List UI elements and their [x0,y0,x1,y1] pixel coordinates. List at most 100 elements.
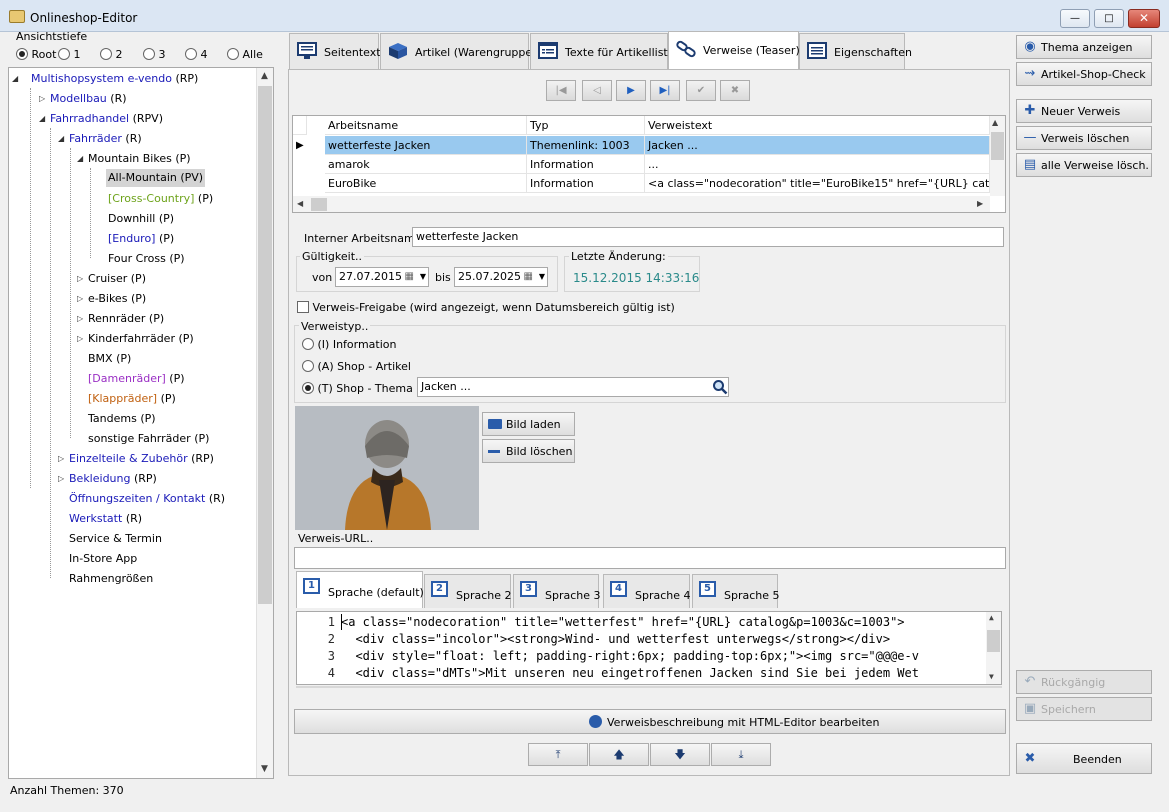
grid-vscrollbar[interactable]: ▲ [990,116,1005,196]
scroll-down-icon[interactable]: ▼ [261,764,268,774]
tree-node[interactable]: sonstige Fahrräder (P) [88,431,209,447]
tree-scrollbar[interactable]: ▲ ▼ [256,68,273,778]
code-vscrollbar[interactable]: ▲ ▼ [986,612,1001,684]
tree-node[interactable]: Kinderfahrräder (P) [88,331,194,347]
lang-tab-1[interactable]: 1 Sprache (default) [296,571,424,608]
minimize-button[interactable]: — [1060,9,1090,28]
tree-node[interactable]: Rahmengrößen [69,571,153,587]
depth-radio-root[interactable]: Root [16,48,56,61]
tree-node[interactable]: e-Bikes (P) [88,291,146,307]
tree-node[interactable]: Fahrräder (R) [69,131,142,147]
tree-node[interactable]: Einzelteile & Zubehör (RP) [69,451,214,467]
tree-node[interactable]: [Damenräder] (P) [88,371,185,387]
table-row-cell[interactable]: EuroBike [325,174,527,193]
depth-radio-alle[interactable]: Alle [227,48,263,61]
to-date-input[interactable]: 25.07.2025 ▦ ▼ [454,267,548,287]
new-link-button[interactable]: ✚ Neuer Verweis [1016,99,1152,123]
type-radio-information[interactable]: (I) Information [302,338,397,351]
theme-tree[interactable]: ◢ Multishopsystem e-vendo (RP) ▷ Modellb… [8,67,274,779]
tree-node[interactable]: Öffnungszeiten / Kontakt (R) [69,491,225,507]
last-record-button[interactable]: ▶| [650,80,680,101]
tree-node[interactable]: [Cross-Country] (P) [108,191,213,207]
table-row-cell[interactable]: wetterfeste Jacken [325,136,527,155]
dropdown-icon[interactable]: ▼ [420,268,426,286]
calendar-icon[interactable]: ▦ [405,268,414,286]
links-grid[interactable]: Arbeitsname Typ Verweistext ▶ wetterfest… [292,115,1006,213]
lang-tab-2[interactable]: 2 Sprache 2 [424,574,512,608]
lang-tab-4[interactable]: 4 Sprache 4 [603,574,691,608]
shop-check-button[interactable]: ⇝ Artikel-Shop-Check [1016,62,1152,86]
tab-seitentext[interactable]: Seitentext [289,33,381,69]
tree-node[interactable]: [Klappräder] (P) [88,391,176,407]
move-up-icon[interactable]: 🡅 [589,743,649,766]
tree-scroll-thumb[interactable] [258,86,272,604]
maximize-button[interactable]: □ [1094,9,1124,28]
lang-tab-5[interactable]: 5 Sprache 5 [692,574,780,608]
show-theme-button[interactable]: ◉ Thema anzeigen [1016,35,1152,59]
save-button[interactable]: ▣ Speichern [1016,697,1152,721]
tree-node[interactable]: Downhill (P) [108,211,174,227]
release-checkbox[interactable]: Verweis-Freigabe (wird angezeigt, wenn D… [297,301,675,314]
delete-image-button[interactable]: Bild löschen [482,439,575,463]
search-icon[interactable] [712,379,728,395]
move-bottom-icon[interactable]: ⤓ [711,743,771,766]
scroll-up-icon[interactable]: ▲ [992,118,998,127]
type-radio-artikel[interactable]: (A) Shop - Artikel [302,360,411,373]
tree-node[interactable]: Service & Termin [69,531,162,547]
table-row-cell[interactable]: ... [645,155,990,174]
load-image-button[interactable]: Bild laden [482,412,575,436]
tree-node[interactable]: Werkstatt (R) [69,511,142,527]
move-down-icon[interactable]: 🡇 [650,743,710,766]
url-input[interactable] [294,547,1006,569]
move-top-icon[interactable]: ⤒ [528,743,588,766]
cancel-edit-button[interactable]: ✖ [720,80,750,101]
tab-artikel[interactable]: Artikel (Warengruppe) [380,33,536,69]
depth-radio-3[interactable]: 3 [143,48,166,61]
delete-link-button[interactable]: — Verweis löschen [1016,126,1152,150]
scroll-up-icon[interactable]: ▲ [989,613,994,622]
scroll-down-icon[interactable]: ▼ [989,672,994,681]
tree-node[interactable]: Fahrradhandel (RPV) [50,111,163,127]
prev-record-button[interactable]: ◁ [582,80,612,101]
scroll-left-icon[interactable]: ◀ [297,199,303,208]
html-editor-button[interactable]: Verweisbeschreibung mit HTML-Editor bear… [294,709,1006,734]
internal-name-input[interactable]: wetterfeste Jacken [412,227,1004,247]
from-date-input[interactable]: 27.07.2015 ▦ ▼ [335,267,429,287]
hscroll-thumb[interactable] [311,198,327,211]
undo-button[interactable]: ↶ Rückgängig [1016,670,1152,694]
vscroll-thumb[interactable] [991,132,1004,160]
lang-tab-3[interactable]: 3 Sprache 3 [513,574,601,608]
table-row-cell[interactable]: amarok [325,155,527,174]
table-row-cell[interactable]: Themenlink: 1003 [527,136,645,155]
table-row-cell[interactable]: Information [527,174,645,193]
close-button[interactable]: ✕ [1128,9,1160,28]
tree-node[interactable]: Multishopsystem e-vendo (RP) [31,71,198,87]
type-radio-thema[interactable]: (T) Shop - Thema [302,382,413,395]
tab-verweise[interactable]: Verweise (Teaser) [668,31,800,70]
tree-node[interactable]: Bekleidung (RP) [69,471,157,487]
depth-radio-4[interactable]: 4 [185,48,208,61]
code-scroll-thumb[interactable] [987,630,1000,652]
scroll-right-icon[interactable]: ▶ [977,199,983,208]
column-header[interactable]: Verweistext [645,116,990,135]
scroll-up-icon[interactable]: ▲ [261,71,268,81]
theme-input[interactable]: Jacken ... [417,377,729,397]
tree-node[interactable]: Tandems (P) [88,411,156,427]
tree-node[interactable]: In-Store App [69,551,137,567]
tab-eigenschaften[interactable]: Eigenschaften [799,33,912,69]
first-record-button[interactable]: |◀ [546,80,576,101]
tree-node[interactable]: [Enduro] (P) [108,231,174,247]
tree-node[interactable]: Mountain Bikes (P) [88,151,191,167]
depth-radio-1[interactable]: 1 [58,48,81,61]
tab-texte-artikelliste[interactable]: Texte für Artikelliste [530,33,675,69]
depth-radio-2[interactable]: 2 [100,48,123,61]
column-header[interactable]: Typ [527,116,645,135]
tree-node-selected[interactable]: All-Mountain (PV) [106,169,206,187]
code-editor[interactable]: 1 <a class="nodecoration" title="wetterfe… [296,611,1002,685]
tree-node[interactable]: Rennräder (P) [88,311,164,327]
delete-all-links-button[interactable]: ▤ alle Verweise lösch. [1016,153,1152,177]
grid-hscrollbar[interactable]: ◀ ▶ [293,196,990,212]
table-row-cell[interactable]: Jacken ... [645,136,990,155]
dropdown-icon[interactable]: ▼ [539,268,545,286]
tree-node[interactable]: Four Cross (P) [108,251,185,267]
